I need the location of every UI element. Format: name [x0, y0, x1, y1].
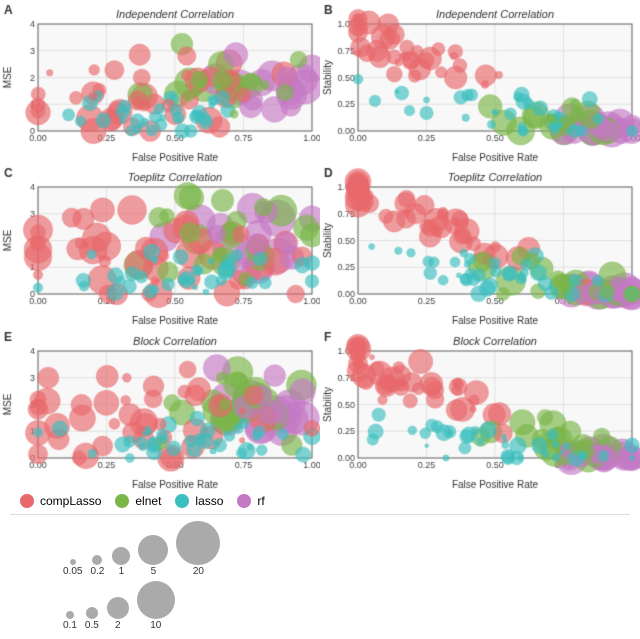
size-item-2: 2: [107, 597, 129, 631]
plot-B: [320, 0, 640, 163]
plot-C: [0, 163, 320, 326]
complasso-label: compLasso: [40, 494, 101, 508]
size-item-20: 20: [176, 521, 220, 577]
plot-F: [320, 327, 640, 490]
lasso-label: lasso: [195, 494, 223, 508]
size-item-05: 0.5: [85, 607, 99, 631]
elnet-label: elnet: [135, 494, 161, 508]
main-container: compLasso elnet lasso rf 0.05 0.2 1: [0, 0, 640, 639]
size-item-005: 0.05: [63, 559, 82, 577]
size-item-01: 0.1: [63, 611, 77, 631]
size-item-5: 5: [138, 535, 168, 577]
elnet-dot: [115, 494, 129, 508]
plot-D: [320, 163, 640, 326]
complasso-dot: [20, 494, 34, 508]
ratio-legend-row1: 0.05 0.2 1 5 20: [10, 521, 630, 577]
rf-label: rf: [257, 494, 264, 508]
legend-area: compLasso elnet lasso rf 0.05 0.2 1: [0, 490, 640, 639]
plot-A: [0, 0, 320, 163]
plots-grid: [0, 0, 640, 490]
size-item-02: 0.2: [90, 555, 104, 577]
plot-E: [0, 327, 320, 490]
lasso-dot: [175, 494, 189, 508]
size-item-1: 1: [112, 547, 130, 577]
legend-method-row: compLasso elnet lasso rf: [10, 494, 630, 508]
ratio-legend-row2: 0.1 0.5 2 10: [10, 581, 630, 631]
size-item-10: 10: [137, 581, 175, 631]
rf-dot: [237, 494, 251, 508]
